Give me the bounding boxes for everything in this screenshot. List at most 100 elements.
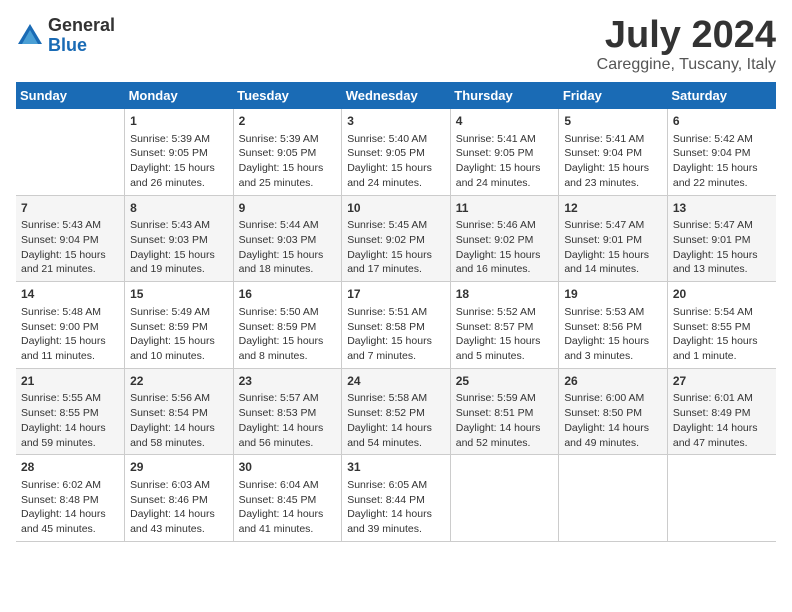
day-number: 1 (130, 113, 228, 130)
calendar-cell: 17 Sunrise: 5:51 AM Sunset: 8:58 PM Dayli… (342, 282, 451, 369)
calendar-cell: 21Sunrise: 5:55 AM Sunset: 8:55 PM Dayli… (16, 368, 125, 455)
day-number: 3 (347, 113, 445, 130)
day-info: Sunrise: 5:46 AM Sunset: 9:02 PM Dayligh… (456, 218, 554, 277)
day-info: Sunrise: 6:04 AM Sunset: 8:45 PM Dayligh… (239, 478, 337, 537)
day-number: 31 (347, 459, 445, 476)
calendar-cell: 3 Sunrise: 5:40 AM Sunset: 9:05 PM Daylig… (342, 109, 451, 195)
header-wednesday: Wednesday (342, 82, 451, 109)
header-friday: Friday (559, 82, 668, 109)
calendar-cell (667, 455, 776, 542)
day-info: Sunrise: 5:40 AM Sunset: 9:05 PM Dayligh… (347, 132, 445, 191)
day-number: 29 (130, 459, 228, 476)
day-number: 25 (456, 373, 554, 390)
calendar-cell: 25Sunrise: 5:59 AM Sunset: 8:51 PM Dayli… (450, 368, 559, 455)
calendar-cell: 30Sunrise: 6:04 AM Sunset: 8:45 PM Dayli… (233, 455, 342, 542)
day-number: 13 (673, 200, 771, 217)
calendar-cell: 31 Sunrise: 6:05 AM Sunset: 8:44 PM Dayli… (342, 455, 451, 542)
header-saturday: Saturday (667, 82, 776, 109)
day-number: 14 (21, 286, 119, 303)
calendar-cell: 12Sunrise: 5:47 AM Sunset: 9:01 PM Dayli… (559, 195, 668, 282)
week-row-5: 28 Sunrise: 6:02 AM Sunset: 8:48 PM Dayli… (16, 455, 776, 542)
logo-general: General (48, 15, 115, 35)
day-info: Sunrise: 5:58 AM Sunset: 8:52 PM Dayligh… (347, 391, 445, 450)
day-info: Sunrise: 6:01 AM Sunset: 8:49 PM Dayligh… (673, 391, 771, 450)
calendar-cell (16, 109, 125, 195)
calendar-cell: 14 Sunrise: 5:48 AM Sunset: 9:00 PM Dayli… (16, 282, 125, 369)
day-info: Sunrise: 5:39 AM Sunset: 9:05 PM Dayligh… (130, 132, 228, 191)
calendar-cell: 10Sunrise: 5:45 AM Sunset: 9:02 PM Dayli… (342, 195, 451, 282)
calendar-cell: 29Sunrise: 6:03 AM Sunset: 8:46 PM Dayli… (125, 455, 234, 542)
calendar-cell: 4 Sunrise: 5:41 AM Sunset: 9:05 PM Daylig… (450, 109, 559, 195)
title-block: July 2024 Careggine, Tuscany, Italy (597, 16, 776, 74)
calendar-cell: 27Sunrise: 6:01 AM Sunset: 8:49 PM Dayli… (667, 368, 776, 455)
day-number: 16 (239, 286, 337, 303)
calendar-cell: 16 Sunrise: 5:50 AM Sunset: 8:59 PM Dayli… (233, 282, 342, 369)
calendar-cell: 2Sunrise: 5:39 AM Sunset: 9:05 PM Daylig… (233, 109, 342, 195)
logo-text: General Blue (48, 16, 115, 56)
calendar-cell (450, 455, 559, 542)
day-number: 17 (347, 286, 445, 303)
week-row-1: 1 Sunrise: 5:39 AM Sunset: 9:05 PM Daylig… (16, 109, 776, 195)
day-info: Sunrise: 5:41 AM Sunset: 9:05 PM Dayligh… (456, 132, 554, 191)
day-info: Sunrise: 5:41 AM Sunset: 9:04 PM Dayligh… (564, 132, 662, 191)
day-info: Sunrise: 5:49 AM Sunset: 8:59 PM Dayligh… (130, 305, 228, 364)
day-info: Sunrise: 5:45 AM Sunset: 9:02 PM Dayligh… (347, 218, 445, 277)
day-info: Sunrise: 5:42 AM Sunset: 9:04 PM Dayligh… (673, 132, 771, 191)
day-info: Sunrise: 5:48 AM Sunset: 9:00 PM Dayligh… (21, 305, 119, 364)
calendar-table: SundayMondayTuesdayWednesdayThursdayFrid… (16, 82, 776, 542)
header-thursday: Thursday (450, 82, 559, 109)
calendar-cell: 20Sunrise: 5:54 AM Sunset: 8:55 PM Dayli… (667, 282, 776, 369)
day-info: Sunrise: 6:05 AM Sunset: 8:44 PM Dayligh… (347, 478, 445, 537)
day-number: 2 (239, 113, 337, 130)
month-year: July 2024 (597, 16, 776, 54)
calendar-cell: 15 Sunrise: 5:49 AM Sunset: 8:59 PM Dayli… (125, 282, 234, 369)
day-number: 26 (564, 373, 662, 390)
logo-blue: Blue (48, 35, 87, 55)
day-info: Sunrise: 5:50 AM Sunset: 8:59 PM Dayligh… (239, 305, 337, 364)
day-info: Sunrise: 5:56 AM Sunset: 8:54 PM Dayligh… (130, 391, 228, 450)
logo: General Blue (16, 16, 115, 56)
header-monday: Monday (125, 82, 234, 109)
calendar-cell: 7Sunrise: 5:43 AM Sunset: 9:04 PM Daylig… (16, 195, 125, 282)
day-info: Sunrise: 5:47 AM Sunset: 9:01 PM Dayligh… (564, 218, 662, 277)
calendar-cell: 24Sunrise: 5:58 AM Sunset: 8:52 PM Dayli… (342, 368, 451, 455)
calendar-cell: 5 Sunrise: 5:41 AM Sunset: 9:04 PM Daylig… (559, 109, 668, 195)
day-info: Sunrise: 5:57 AM Sunset: 8:53 PM Dayligh… (239, 391, 337, 450)
day-info: Sunrise: 5:43 AM Sunset: 9:03 PM Dayligh… (130, 218, 228, 277)
calendar-header-row: SundayMondayTuesdayWednesdayThursdayFrid… (16, 82, 776, 109)
calendar-cell: 26Sunrise: 6:00 AM Sunset: 8:50 PM Dayli… (559, 368, 668, 455)
day-number: 4 (456, 113, 554, 130)
day-number: 10 (347, 200, 445, 217)
day-number: 27 (673, 373, 771, 390)
day-info: Sunrise: 5:53 AM Sunset: 8:56 PM Dayligh… (564, 305, 662, 364)
day-info: Sunrise: 5:47 AM Sunset: 9:01 PM Dayligh… (673, 218, 771, 277)
day-info: Sunrise: 5:55 AM Sunset: 8:55 PM Dayligh… (21, 391, 119, 450)
location: Careggine, Tuscany, Italy (597, 56, 776, 74)
calendar-cell: 11Sunrise: 5:46 AM Sunset: 9:02 PM Dayli… (450, 195, 559, 282)
day-number: 28 (21, 459, 119, 476)
calendar-cell: 6 Sunrise: 5:42 AM Sunset: 9:04 PM Daylig… (667, 109, 776, 195)
week-row-4: 21Sunrise: 5:55 AM Sunset: 8:55 PM Dayli… (16, 368, 776, 455)
page-header: General Blue July 2024 Careggine, Tuscan… (16, 16, 776, 74)
calendar-cell: 23Sunrise: 5:57 AM Sunset: 8:53 PM Dayli… (233, 368, 342, 455)
calendar-cell: 28 Sunrise: 6:02 AM Sunset: 8:48 PM Dayli… (16, 455, 125, 542)
week-row-3: 14 Sunrise: 5:48 AM Sunset: 9:00 PM Dayli… (16, 282, 776, 369)
calendar-cell: 22Sunrise: 5:56 AM Sunset: 8:54 PM Dayli… (125, 368, 234, 455)
day-info: Sunrise: 6:02 AM Sunset: 8:48 PM Dayligh… (21, 478, 119, 537)
day-number: 12 (564, 200, 662, 217)
day-info: Sunrise: 6:00 AM Sunset: 8:50 PM Dayligh… (564, 391, 662, 450)
header-tuesday: Tuesday (233, 82, 342, 109)
day-number: 5 (564, 113, 662, 130)
day-number: 6 (673, 113, 771, 130)
day-info: Sunrise: 5:52 AM Sunset: 8:57 PM Dayligh… (456, 305, 554, 364)
calendar-cell (559, 455, 668, 542)
calendar-cell: 1 Sunrise: 5:39 AM Sunset: 9:05 PM Daylig… (125, 109, 234, 195)
day-number: 7 (21, 200, 119, 217)
day-number: 15 (130, 286, 228, 303)
day-info: Sunrise: 5:43 AM Sunset: 9:04 PM Dayligh… (21, 218, 119, 277)
day-number: 21 (21, 373, 119, 390)
calendar-cell: 19Sunrise: 5:53 AM Sunset: 8:56 PM Dayli… (559, 282, 668, 369)
day-info: Sunrise: 5:51 AM Sunset: 8:58 PM Dayligh… (347, 305, 445, 364)
day-info: Sunrise: 5:54 AM Sunset: 8:55 PM Dayligh… (673, 305, 771, 364)
day-number: 23 (239, 373, 337, 390)
